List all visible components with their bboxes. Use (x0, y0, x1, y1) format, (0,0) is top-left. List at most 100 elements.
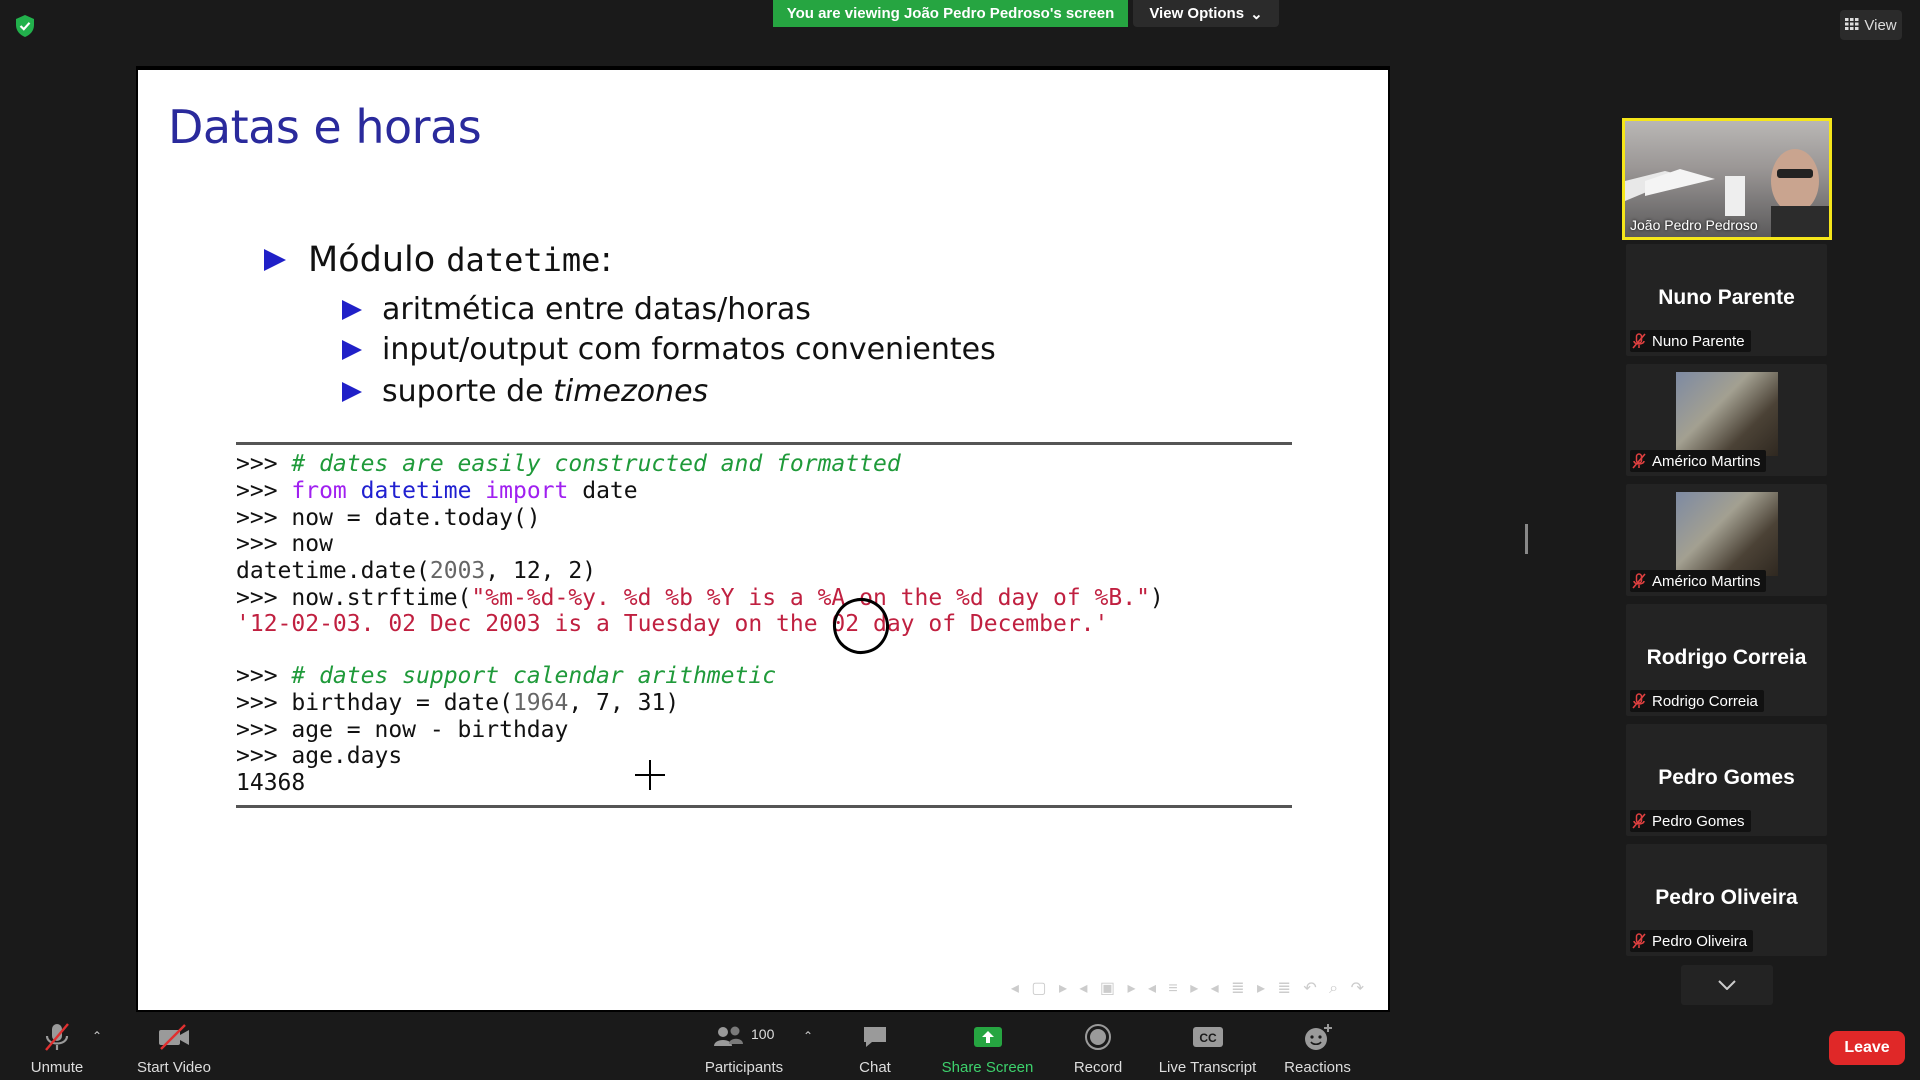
bullet-main: Módulo datetime : (264, 240, 612, 280)
record-icon (1084, 1020, 1112, 1054)
muted-mic-icon (1632, 693, 1646, 709)
view-layout-button[interactable]: View (1840, 10, 1902, 40)
participant-label: Pedro Oliveira (1630, 930, 1754, 952)
code-bottom-rule (236, 805, 1292, 808)
live-transcript-label: Live Transcript (1158, 1059, 1257, 1076)
share-screen-button[interactable]: Share Screen (935, 1015, 1040, 1080)
code-comment: # dates support calendar arithmetic (291, 663, 777, 689)
code-number: 31 (637, 690, 666, 716)
participant-name: Pedro Gomes (1652, 812, 1745, 830)
participant-name: Rodrigo Correia (1652, 692, 1758, 710)
unmute-label: Unmute (30, 1059, 84, 1076)
code-text: , (568, 690, 597, 716)
participant-tile[interactable]: Américo Martins (1626, 364, 1827, 476)
code-text: ) (582, 558, 597, 584)
code-keyword: from (291, 478, 347, 504)
participant-name-large: Pedro Oliveira (1655, 886, 1798, 909)
panel-resize-handle[interactable] (1525, 524, 1528, 554)
code-output: 14368 (236, 770, 306, 796)
participant-tile[interactable]: Pedro Gomes Pedro Gomes (1626, 724, 1827, 836)
reactions-button[interactable]: Reactions (1280, 1015, 1355, 1080)
bullet-sub-text: input/output com formatos convenientes (382, 332, 996, 367)
reactions-label: Reactions (1284, 1059, 1351, 1076)
slide-title: Datas e horas (168, 100, 482, 154)
participants-count: 100 (751, 1026, 775, 1042)
code-number: 1964 (512, 690, 569, 716)
participant-tile[interactable]: Pedro Oliveira Pedro Oliveira (1626, 844, 1827, 956)
participant-label: Rodrigo Correia (1630, 690, 1764, 712)
active-speaker-name: João Pedro Pedroso (1630, 217, 1758, 233)
caret-up-icon[interactable]: ⌃ (92, 1029, 102, 1043)
view-options-label: View Options (1149, 5, 1245, 22)
bullet-sub-io: input/output com formatos convenientes (342, 332, 996, 367)
code-prompt: >>> (236, 663, 292, 689)
bullet-sub-prefix: suporte de (382, 374, 554, 409)
participants-label: Participants (704, 1059, 784, 1076)
bullet-main-mono: datetime (446, 241, 601, 279)
beamer-nav-symbols[interactable]: ◂ ▢ ▸ ◂ ▣ ▸ ◂ ≡ ▸ ◂ ≣ ▸ ≣ ↶ ⌕ ↷ (1011, 978, 1368, 998)
participant-tile[interactable]: Américo Martins (1626, 484, 1827, 596)
code-text: , (540, 558, 569, 584)
record-label: Record (1073, 1059, 1123, 1076)
participant-name-large: Nuno Parente (1658, 286, 1795, 309)
code-comment: # dates are easily constructed and forma… (291, 451, 901, 477)
code-output-string: '12-02-03. 02 Dec 2003 is a Tuesday on t… (236, 611, 1109, 637)
code-text: ) (665, 690, 680, 716)
code-name: date (582, 478, 638, 504)
caret-up-icon[interactable]: ⌃ (803, 1029, 813, 1043)
muted-mic-icon (1632, 933, 1646, 949)
chevron-down-icon (1718, 980, 1736, 990)
participant-label: Pedro Gomes (1630, 810, 1751, 832)
participants-icon: 100 (713, 1020, 775, 1054)
code-prompt: >>> (236, 451, 292, 477)
muted-mic-icon (1632, 573, 1646, 589)
bullet-triangle-icon (264, 249, 286, 271)
participant-label: Nuno Parente (1630, 330, 1751, 352)
code-number: 2 (568, 558, 583, 584)
participant-tile[interactable]: Nuno Parente Nuno Parente (1626, 244, 1827, 356)
participant-label: Américo Martins (1630, 450, 1767, 472)
active-speaker-tile[interactable]: João Pedro Pedroso (1622, 118, 1832, 240)
bullet-triangle-icon (342, 339, 362, 360)
muted-mic-icon (1632, 333, 1646, 349)
unmute-button[interactable]: Unmute (22, 1015, 92, 1080)
record-button[interactable]: Record (1068, 1015, 1128, 1080)
security-shield-icon[interactable] (14, 14, 36, 38)
shared-slide[interactable]: Datas e horas Módulo datetime : aritméti… (138, 70, 1388, 1010)
bullet-triangle-icon (342, 299, 362, 320)
meeting-toolbar: Unmute ⌃ Start Video 100 Participants ⌃ … (0, 1015, 1920, 1080)
muted-mic-icon (44, 1020, 70, 1054)
grid-icon (1845, 17, 1859, 34)
participants-button[interactable]: 100 Participants (700, 1015, 788, 1080)
share-screen-icon (973, 1020, 1003, 1054)
muted-mic-icon (1632, 453, 1646, 469)
code-keyword: import (485, 478, 569, 504)
participant-tile[interactable]: Rodrigo Correia Rodrigo Correia (1626, 604, 1827, 716)
live-transcript-button[interactable]: CC Live Transcript (1155, 1015, 1260, 1080)
leave-button[interactable]: Leave (1829, 1031, 1905, 1065)
bullet-main-suffix: : (600, 240, 613, 280)
profile-photo (1676, 372, 1778, 456)
code-text: , (609, 690, 638, 716)
start-video-label: Start Video (137, 1059, 211, 1076)
participant-name-large: Pedro Gomes (1658, 766, 1795, 789)
participant-name: Américo Martins (1652, 452, 1761, 470)
code-top-rule (236, 442, 1292, 445)
scroll-down-button[interactable] (1681, 965, 1773, 1005)
video-off-icon (157, 1020, 191, 1054)
participant-label: Américo Martins (1630, 570, 1767, 592)
banner-text: You are viewing João Pedro Pedroso's scr… (786, 5, 1115, 22)
closed-captions-icon: CC (1192, 1020, 1224, 1054)
code-text: , (485, 558, 513, 584)
code-module: datetime (360, 478, 472, 504)
chat-button[interactable]: Chat (845, 1015, 905, 1080)
start-video-button[interactable]: Start Video (130, 1015, 218, 1080)
zoom-meeting-window: You are viewing João Pedro Pedroso's scr… (0, 0, 1920, 1080)
bullet-triangle-icon (342, 381, 362, 402)
participant-name: Américo Martins (1652, 572, 1761, 590)
chat-icon (861, 1020, 889, 1054)
participant-name-large: Rodrigo Correia (1646, 646, 1807, 669)
code-number: 12 (512, 558, 541, 584)
view-options-button[interactable]: View Options ⌄ (1133, 0, 1279, 27)
chevron-down-icon: ⌄ (1250, 5, 1263, 23)
